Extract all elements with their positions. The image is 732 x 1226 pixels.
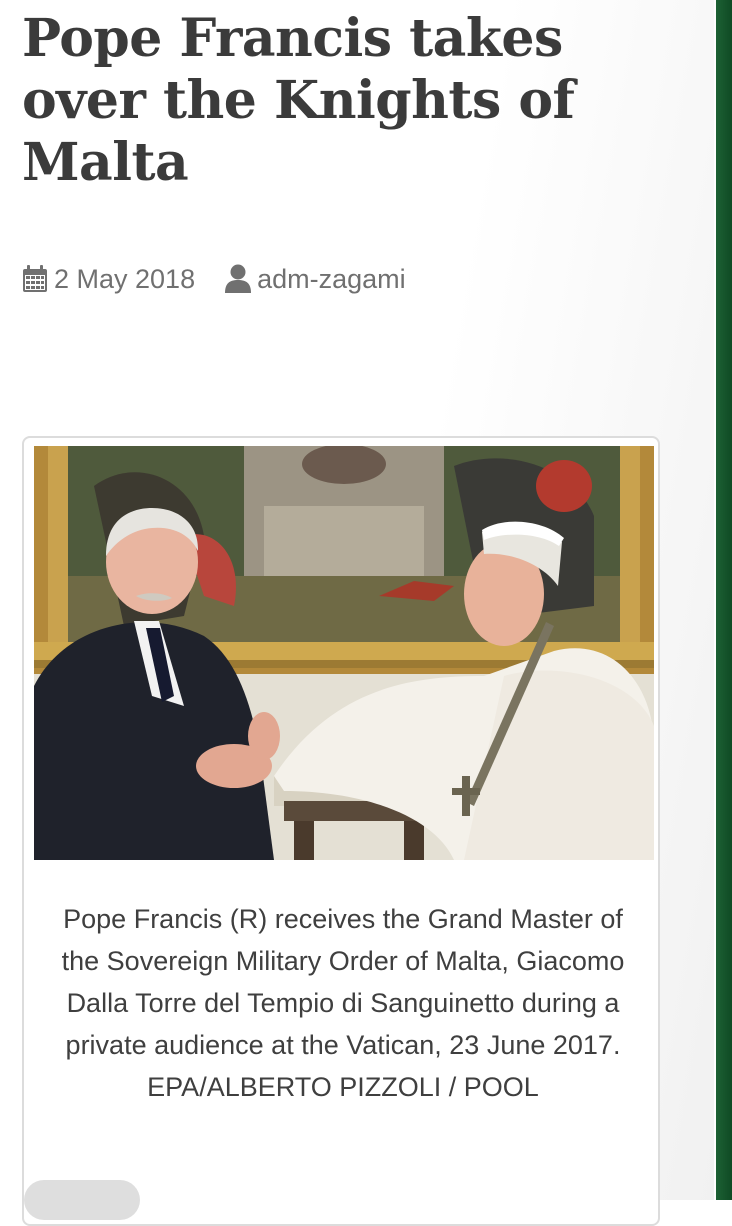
calendar-icon	[22, 265, 48, 293]
article-meta: 2 May 2018 adm-zagami	[22, 262, 406, 296]
article-title: Pope Francis takes over the Knights of M…	[22, 8, 575, 193]
featured-image-card: Pope Francis (R) receives the Grand Mast…	[22, 436, 660, 1226]
post-date-link[interactable]: 2 May 2018	[54, 264, 195, 295]
user-icon	[225, 264, 252, 294]
featured-photo	[34, 446, 654, 860]
sidebar-edge	[714, 0, 732, 1200]
author-link[interactable]: adm-zagami	[257, 264, 406, 295]
partial-pill-button[interactable]	[24, 1180, 140, 1220]
post-author: adm-zagami	[225, 264, 406, 295]
image-caption: Pope Francis (R) receives the Grand Mast…	[61, 904, 625, 1102]
